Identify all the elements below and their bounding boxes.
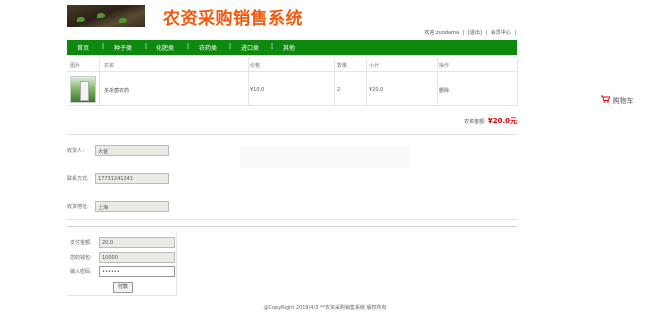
phone-input[interactable]: 17731241241 — [95, 173, 169, 184]
shopping-cart-icon — [601, 95, 613, 105]
user-bar: 欢迎:zuodama | [退出] | 会员中心 | — [423, 29, 517, 36]
wallet-label: 您的钱包: — [70, 255, 92, 261]
column-header-action: 操作 — [439, 63, 450, 69]
nav-separator: | — [271, 43, 274, 50]
userbar-separator: | — [514, 30, 516, 36]
side-cart-label: 购物车 — [612, 97, 634, 105]
pay-amount-field: 20.0 — [99, 237, 175, 248]
divider — [67, 226, 517, 227]
product-price: ¥10.0 — [250, 87, 265, 93]
nav-item-imported[interactable]: 进口类 — [241, 43, 259, 52]
logo-image — [67, 5, 145, 27]
side-cart-link[interactable]: 购物车 — [601, 95, 634, 106]
nav-separator: | — [102, 43, 105, 50]
site-title: 农资采购销售系统 — [163, 9, 303, 29]
member-center-link[interactable]: 会员中心 — [491, 30, 511, 36]
wallet-balance-field: 10000 — [99, 252, 175, 263]
column-header-quantity: 数量 — [337, 63, 348, 69]
receiver-label: 收货人： — [67, 148, 88, 154]
receiver-input[interactable]: 大爸 — [95, 145, 169, 156]
nav-separator: | — [187, 43, 190, 50]
main-nav: 首页 | 种子类 | 化肥类 | 农药类 | 进口类 | 其他 — [67, 40, 517, 55]
pay-button[interactable]: 付款 — [113, 282, 133, 293]
address-label: 收货地址: — [67, 204, 89, 210]
password-label: 输入密码: — [70, 269, 92, 275]
cart-total: 农资金额: ¥20.0元 — [464, 116, 517, 126]
cart-table-header: 图片 农资 价格 数量 小计 操作 — [67, 58, 517, 72]
total-label: 农资金额: — [464, 119, 486, 125]
table-row: 多杀菌农药 ¥10.0 2 ¥20.0 删除 — [67, 73, 517, 106]
product-name[interactable]: 多杀菌农药 — [104, 87, 129, 94]
divider — [67, 219, 517, 220]
nav-item-other[interactable]: 其他 — [283, 43, 295, 52]
welcome-text: 欢迎:zuodama — [424, 30, 460, 36]
column-header-image: 图片 — [70, 63, 81, 69]
column-header-price: 价格 — [250, 63, 261, 69]
nav-item-fertilizer[interactable]: 化肥类 — [156, 43, 174, 52]
divider — [67, 134, 517, 135]
nav-item-seeds[interactable]: 种子类 — [114, 43, 132, 52]
nav-separator: | — [145, 43, 148, 50]
nav-separator: | — [229, 43, 232, 50]
pay-amount-label: 支付金额: — [70, 240, 92, 246]
product-image[interactable] — [70, 76, 96, 103]
phone-label: 联系方式: — [67, 176, 89, 182]
column-header-subtotal: 小计 — [369, 63, 380, 69]
address-input[interactable]: 上海 — [95, 201, 169, 212]
logout-link[interactable]: [退出] — [468, 30, 482, 36]
background-panel — [240, 146, 410, 168]
nav-item-pesticide[interactable]: 农药类 — [199, 43, 217, 52]
password-input[interactable]: •••••• — [99, 266, 175, 277]
userbar-separator: | — [462, 30, 465, 36]
product-quantity: 2 — [337, 87, 341, 93]
userbar-separator: | — [485, 30, 488, 36]
total-amount: ¥20.0元 — [487, 117, 517, 125]
footer-copyright: @CopyRight 2019/4/3 **农资采购销售系统 版权所有 — [263, 305, 387, 311]
column-header-product: 农资 — [104, 63, 115, 69]
nav-item-home[interactable]: 首页 — [77, 43, 89, 52]
delete-link[interactable]: 删除 — [439, 87, 449, 94]
column-divider — [517, 58, 518, 106]
product-subtotal: ¥20.0 — [369, 87, 384, 93]
